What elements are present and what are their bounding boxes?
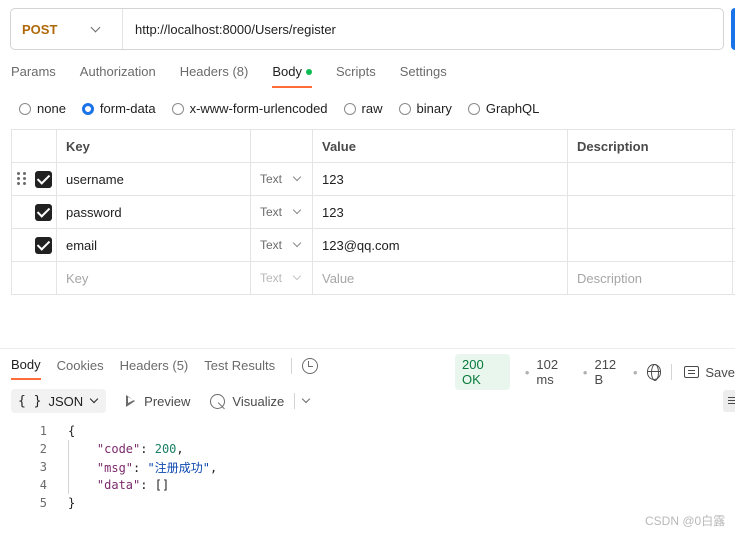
code-line: 2 "code": 200,	[39, 442, 184, 456]
header-key: Key	[57, 130, 251, 162]
response-body-code[interactable]: 1{ 2 "code": 200, 3 "msg": "注册成功", 4 "da…	[0, 422, 217, 512]
tab-test-results[interactable]: Test Results	[204, 358, 275, 379]
value-placeholder[interactable]: Value	[313, 262, 568, 294]
table-row: username Text 123	[12, 163, 735, 196]
tab-cookies[interactable]: Cookies	[57, 358, 104, 379]
watermark: CSDN @0白露	[645, 514, 726, 528]
tab-params[interactable]: Params	[11, 64, 56, 88]
response-meta: 200 OK • 102 ms • 212 B • Save	[455, 354, 735, 390]
code-line: 4 "data": []	[39, 478, 170, 492]
chevron-down-icon	[292, 172, 302, 182]
visualize-icon	[210, 393, 226, 409]
chevron-down-icon[interactable]	[301, 394, 311, 404]
table-row: password Text 123	[12, 196, 735, 229]
form-data-table: Key Value Description username Text 123 …	[11, 129, 735, 295]
save-response-button[interactable]: Save	[705, 365, 735, 380]
description-cell[interactable]	[568, 196, 733, 228]
radio-binary[interactable]: binary	[398, 101, 452, 116]
response-toolbar: { } JSON Preview Visualize	[11, 389, 311, 413]
description-cell[interactable]	[568, 163, 733, 195]
body-type-options: none form-data x-www-form-urlencoded raw…	[19, 101, 555, 116]
globe-icon[interactable]	[646, 364, 662, 381]
chevron-down-icon	[292, 205, 302, 215]
row-checkbox[interactable]	[35, 236, 52, 254]
history-icon[interactable]	[302, 357, 319, 374]
chevron-down-icon	[89, 394, 99, 404]
visualize-button[interactable]: Visualize	[210, 393, 284, 409]
play-icon	[126, 395, 136, 407]
send-button[interactable]	[731, 8, 735, 50]
url-bar: POST http://localhost:8000/Users/registe…	[10, 8, 724, 50]
tab-body[interactable]: Body	[272, 64, 312, 88]
key-cell[interactable]: username	[57, 163, 251, 195]
header-description: Description	[568, 130, 733, 162]
value-cell[interactable]: 123@qq.com	[313, 229, 568, 261]
code-line: 3 "msg": "注册成功",	[39, 460, 218, 475]
preview-button[interactable]: Preview	[126, 394, 190, 409]
chevron-down-icon	[292, 271, 302, 281]
tab-settings[interactable]: Settings	[400, 64, 447, 88]
key-cell[interactable]: email	[57, 229, 251, 261]
header-value: Value	[313, 130, 568, 162]
code-line: 1{	[39, 424, 76, 438]
value-cell[interactable]: 123	[313, 196, 568, 228]
type-select[interactable]: Text	[251, 163, 313, 195]
radio-form-data[interactable]: form-data	[81, 101, 156, 116]
table-header: Key Value Description	[12, 130, 735, 163]
tab-headers[interactable]: Headers (8)	[180, 64, 249, 88]
method-select[interactable]: POST	[11, 9, 123, 49]
code-line: 5}	[39, 496, 76, 510]
type-select[interactable]: Text	[251, 262, 313, 294]
radio-raw[interactable]: raw	[343, 101, 383, 116]
radio-x-www-form-urlencoded[interactable]: x-www-form-urlencoded	[171, 101, 328, 116]
row-checkbox[interactable]	[35, 170, 52, 188]
response-size[interactable]: 212 B	[594, 357, 625, 387]
response-time[interactable]: 102 ms	[536, 357, 576, 387]
radio-graphql[interactable]: GraphQL	[467, 101, 539, 116]
key-cell[interactable]: password	[57, 196, 251, 228]
radio-none[interactable]: none	[19, 101, 66, 116]
drag-handle-icon[interactable]	[17, 172, 27, 186]
empty-table-row: Key Text Value Description	[12, 262, 735, 295]
save-response-icon[interactable]	[684, 366, 700, 378]
type-select[interactable]: Text	[251, 229, 313, 261]
url-input[interactable]: http://localhost:8000/Users/register	[123, 22, 336, 37]
method-label: POST	[22, 21, 58, 37]
chevron-down-icon	[90, 22, 101, 32]
value-cell[interactable]: 123	[313, 163, 568, 195]
response-tabs: Body Cookies Headers (5) Test Results	[11, 357, 319, 380]
body-indicator-dot	[305, 68, 312, 75]
wrap-lines-button[interactable]	[723, 390, 735, 412]
tab-scripts[interactable]: Scripts	[336, 64, 376, 88]
request-tabs: Params Authorization Headers (8) Body Sc…	[11, 64, 471, 88]
format-select[interactable]: { } JSON	[11, 389, 107, 413]
tab-authorization[interactable]: Authorization	[80, 64, 156, 88]
pane-divider[interactable]	[0, 348, 735, 349]
type-select[interactable]: Text	[251, 196, 313, 228]
status-badge[interactable]: 200 OK	[455, 354, 510, 390]
chevron-down-icon	[292, 238, 302, 248]
tab-response-headers[interactable]: Headers (5)	[120, 358, 189, 379]
tab-response-body[interactable]: Body	[11, 357, 41, 380]
braces-icon: { }	[18, 393, 42, 409]
description-cell[interactable]	[568, 229, 733, 261]
key-placeholder[interactable]: Key	[57, 262, 251, 294]
row-checkbox[interactable]	[35, 203, 52, 221]
description-placeholder[interactable]: Description	[568, 262, 733, 294]
table-row: email Text 123@qq.com	[12, 229, 735, 262]
